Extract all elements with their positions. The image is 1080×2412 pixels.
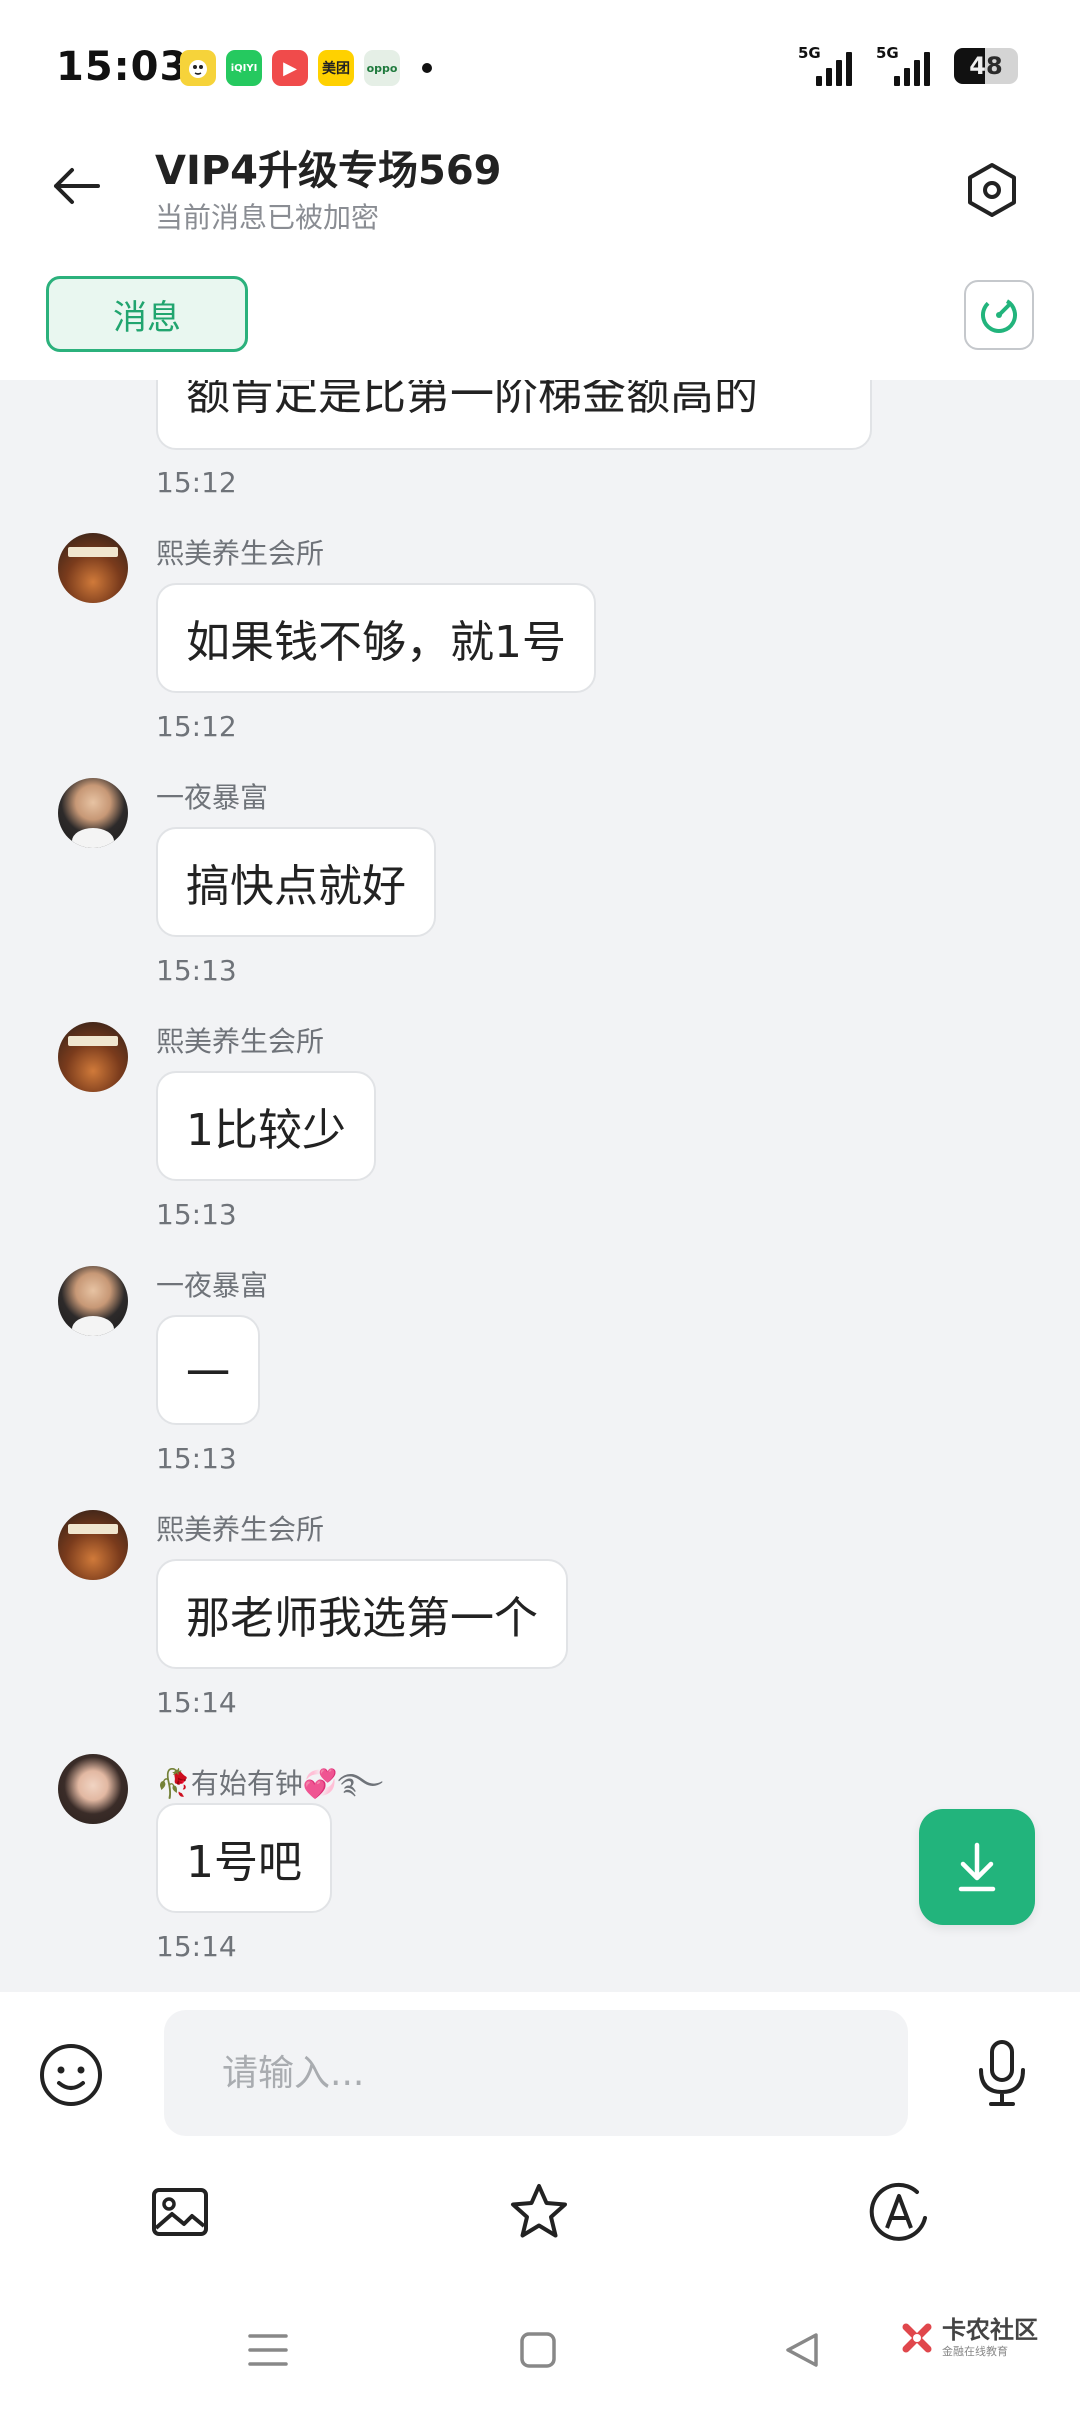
microphone-icon [979, 2040, 1025, 2106]
message-time: 15:12 [156, 710, 237, 743]
signal-icon-2: 5G [876, 44, 934, 86]
oppo-app-icon: oppo [364, 50, 400, 86]
text-style-button[interactable] [863, 2176, 935, 2248]
chat-title: VIP4升级专场569 [155, 148, 502, 194]
message-text: 如果钱不够，就1号 [186, 617, 566, 668]
battery-icon: 48 [954, 48, 1018, 84]
message-text: 1号吧 [186, 1837, 302, 1888]
scroll-to-bottom-button[interactable] [919, 1809, 1035, 1925]
message-bubble[interactable]: 1号吧 [156, 1803, 332, 1913]
avatar[interactable] [58, 1754, 128, 1824]
message-bubble[interactable]: 那老师我选第一个 [156, 1559, 568, 1669]
sender-name: 熙美养生会所 [156, 1025, 325, 1058]
avatar[interactable] [58, 1022, 128, 1092]
battery-level: 48 [969, 52, 1003, 80]
gauge-check-icon [981, 297, 1017, 333]
message-time: 15:14 [156, 1686, 237, 1719]
status-indicators: 5G 5G 48 [798, 44, 1018, 86]
message-time: 15:13 [156, 954, 237, 987]
message-text: 搞快点就好 [186, 861, 406, 912]
back-button[interactable] [40, 150, 112, 222]
home-square-icon [520, 2332, 556, 2368]
message-text: 额肯定是比第一阶梯金额高的 [186, 380, 758, 420]
sender-name: 熙美养生会所 [156, 537, 325, 570]
settings-button[interactable] [952, 150, 1032, 230]
menu-nav-button[interactable] [238, 2320, 298, 2380]
message-bubble[interactable]: 1比较少 [156, 1071, 376, 1181]
message-time: 15:12 [156, 466, 237, 499]
meituan-app-icon: 美团 [318, 50, 354, 86]
message-text: 那老师我选第一个 [186, 1593, 538, 1644]
message-bubble[interactable]: 搞快点就好 [156, 827, 436, 937]
gauge-button[interactable] [964, 280, 1034, 350]
message-bubble[interactable]: 一 [156, 1315, 260, 1425]
avatar[interactable] [58, 778, 128, 848]
status-time: 15:03 [56, 44, 189, 90]
sender-name: 熙美养生会所 [156, 1513, 325, 1546]
notification-icons: iQIYI ▶ 美团 oppo [180, 50, 432, 86]
message-time: 15:14 [156, 1930, 237, 1963]
favorite-button[interactable] [503, 2176, 575, 2248]
bird-app-icon [180, 50, 216, 86]
watermark-title: 卡农社区 [942, 2316, 1038, 2344]
chat-screen: 15:03 iQIYI ▶ 美团 oppo 5G 5G 48 VIP4升级专场5… [0, 0, 1080, 2412]
font-circle-icon [869, 2182, 927, 2241]
back-nav-button[interactable] [772, 2320, 832, 2380]
chat-header: VIP4升级专场569 当前消息已被加密 [0, 130, 1080, 250]
back-arrow-icon [54, 168, 100, 204]
smiley-icon [40, 2044, 102, 2106]
signal-label-2: 5G [876, 44, 899, 62]
iqiyi-app-icon: iQIYI [226, 50, 262, 86]
voice-button[interactable] [965, 2036, 1039, 2110]
home-nav-button[interactable] [508, 2320, 568, 2380]
signal-label: 5G [798, 44, 821, 62]
tab-row: 消息 [0, 250, 1080, 380]
avatar[interactable] [58, 533, 128, 603]
sender-name: 一夜暴富 [156, 781, 269, 814]
message-text: 1比较少 [186, 1105, 346, 1156]
download-arrow-icon [958, 1842, 996, 1892]
message-time: 15:13 [156, 1198, 237, 1231]
tab-messages[interactable]: 消息 [46, 276, 248, 352]
watermark: 卡农社区 金融在线教育 [900, 2318, 1038, 2357]
message-bubble[interactable]: 额肯定是比第一阶梯金额高的 [156, 380, 872, 450]
hexagon-settings-icon [968, 163, 1016, 217]
composer-tools [0, 2176, 1080, 2256]
watermark-subtitle: 金融在线教育 [942, 2345, 1008, 2358]
signal-icon: 5G [798, 44, 856, 86]
kanong-logo-icon [902, 2323, 932, 2352]
message-time: 15:13 [156, 1442, 237, 1475]
encryption-notice: 当前消息已被加密 [155, 201, 380, 234]
message-list[interactable]: 额肯定是比第一阶梯金额高的 15:12 熙美养生会所 如果钱不够，就1号 15:… [0, 380, 1080, 1992]
more-notifications-dot [422, 63, 432, 73]
star-icon [511, 2184, 567, 2238]
avatar[interactable] [58, 1266, 128, 1336]
image-icon [152, 2188, 208, 2236]
message-bubble[interactable]: 如果钱不够，就1号 [156, 583, 596, 693]
message-input[interactable] [164, 2010, 908, 2136]
emoji-button[interactable] [36, 2040, 106, 2110]
sender-name: 一夜暴富 [156, 1269, 269, 1302]
triangle-back-icon [786, 2333, 818, 2367]
avatar[interactable] [58, 1510, 128, 1580]
video-app-icon: ▶ [272, 50, 308, 86]
menu-icon [248, 2334, 288, 2366]
message-text: 一 [186, 1349, 230, 1400]
status-bar: 15:03 iQIYI ▶ 美团 oppo 5G 5G 48 [0, 0, 1080, 130]
image-button[interactable] [144, 2176, 216, 2248]
